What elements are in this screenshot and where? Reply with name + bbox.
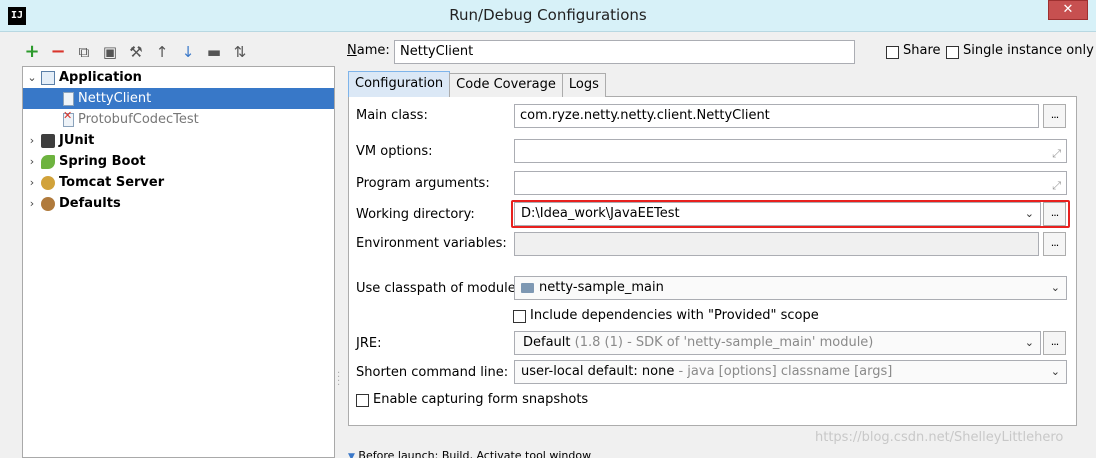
chevron-right-icon[interactable]: › — [23, 176, 41, 189]
junit-icon — [41, 133, 55, 148]
tomcat-icon — [41, 175, 55, 190]
chevron-down-icon[interactable]: ⌄ — [1051, 277, 1060, 299]
watermark-text: https://blog.csdn.net/ShelleyLittlehero — [815, 430, 1064, 445]
tab-code-coverage[interactable]: Code Coverage — [449, 73, 563, 97]
environment-variables-input[interactable] — [514, 232, 1039, 256]
wrench-icon[interactable]: ⚒ — [126, 42, 146, 62]
capture-snapshots-checkbox[interactable] — [356, 394, 369, 407]
configuration-tree: ⌄ Application NettyClient ✕ ProtobufCode… — [22, 66, 335, 458]
share-label: Share — [903, 43, 941, 58]
shorten-command-line-select[interactable]: user-local default: none - java [options… — [514, 360, 1067, 384]
working-directory-label: Working directory: — [356, 207, 475, 222]
defaults-gear-icon — [41, 196, 55, 211]
close-button[interactable]: ✕ — [1048, 0, 1088, 20]
single-instance-label: Single instance only — [963, 43, 1094, 58]
splitter-grip[interactable]: · · · · — [337, 369, 340, 391]
copy-icon[interactable]: ⧉ — [74, 42, 94, 62]
environment-variables-button[interactable]: ... — [1043, 232, 1066, 256]
minus-icon[interactable]: − — [48, 42, 68, 62]
jre-label: JRE: — [356, 336, 382, 351]
arrow-down-icon[interactable]: ↓ — [178, 42, 198, 62]
name-input[interactable]: NettyClient — [394, 40, 855, 64]
program-arguments-input[interactable]: ⤢ — [514, 171, 1067, 195]
tab-logs[interactable]: Logs — [561, 73, 606, 97]
program-arguments-label: Program arguments: — [356, 176, 490, 191]
red-highlight-box — [511, 200, 1070, 228]
include-provided-checkbox[interactable] — [513, 310, 526, 323]
chevron-down-icon[interactable]: ⌄ — [1051, 361, 1060, 383]
tree-node-defaults[interactable]: › Defaults — [23, 193, 334, 214]
close-icon: ✕ — [1062, 2, 1074, 17]
chevron-down-icon[interactable]: ⌄ — [23, 71, 41, 84]
include-provided-label: Include dependencies with "Provided" sco… — [530, 308, 819, 323]
folder-icon[interactable]: ▬ — [204, 42, 224, 62]
arrow-up-icon[interactable]: ↑ — [152, 42, 172, 62]
vm-options-input[interactable]: ⤢ — [514, 139, 1067, 163]
classpath-module-label: Use classpath of module: — [356, 281, 521, 296]
sort-alpha-icon[interactable]: ⇅ — [230, 42, 250, 62]
module-folder-icon — [521, 283, 534, 293]
expand-icon[interactable]: ⤢ — [1052, 175, 1061, 194]
spring-boot-icon — [41, 154, 55, 169]
main-class-browse-button[interactable]: ... — [1043, 104, 1066, 128]
classpath-module-select[interactable]: netty-sample_main ⌄ — [514, 276, 1067, 300]
capture-snapshots-label: Enable capturing form snapshots — [373, 392, 589, 407]
tree-node-application[interactable]: ⌄ Application — [23, 67, 334, 88]
name-label: Name: — [347, 43, 390, 58]
tab-configuration[interactable]: Configuration — [348, 71, 451, 97]
chevron-right-icon[interactable]: › — [23, 155, 41, 168]
shorten-command-line-label: Shorten command line: — [356, 365, 509, 380]
tree-node-spring-boot[interactable]: › Spring Boot — [23, 151, 334, 172]
main-class-input[interactable]: com.ryze.netty.netty.client.NettyClient — [514, 104, 1039, 128]
tree-node-junit[interactable]: › JUnit — [23, 130, 334, 151]
tree-node-tomcat-server[interactable]: › Tomcat Server — [23, 172, 334, 193]
save-icon[interactable]: ▣ — [100, 42, 120, 62]
tab-strip: Configuration Code Coverage Logs — [348, 71, 606, 97]
share-checkbox[interactable] — [886, 46, 899, 59]
application-icon — [41, 70, 55, 85]
error-config-icon: ✕ — [63, 109, 74, 127]
main-class-label: Main class: — [356, 108, 428, 123]
chevron-right-icon[interactable]: › — [23, 197, 41, 210]
chevron-down-icon[interactable]: ⌄ — [1025, 332, 1034, 354]
before-launch-section[interactable]: ▼ Before launch: Build, Activate tool wi… — [348, 449, 591, 458]
single-instance-checkbox[interactable] — [946, 46, 959, 59]
chevron-right-icon[interactable]: › — [23, 134, 41, 147]
title-bar: IJ Run/Debug Configurations ✕ — [0, 0, 1096, 32]
tree-node-protobufcodectest[interactable]: ✕ ProtobufCodecTest — [23, 109, 334, 130]
jre-browse-button[interactable]: ... — [1043, 331, 1066, 355]
triangle-down-icon: ▼ — [348, 452, 355, 458]
plus-icon[interactable]: + — [22, 42, 42, 62]
window-title: Run/Debug Configurations — [449, 6, 647, 24]
expand-icon[interactable]: ⤢ — [1052, 143, 1061, 162]
vm-options-label: VM options: — [356, 144, 433, 159]
jre-select[interactable]: Default (1.8 (1) - SDK of 'netty-sample_… — [514, 331, 1041, 355]
tree-node-nettyclient[interactable]: NettyClient — [23, 88, 334, 109]
environment-variables-label: Environment variables: — [356, 236, 507, 251]
config-toolbar: + − ⧉ ▣ ⚒ ↑ ↓ ▬ ⇅ — [22, 40, 250, 64]
run-config-icon — [63, 91, 74, 106]
